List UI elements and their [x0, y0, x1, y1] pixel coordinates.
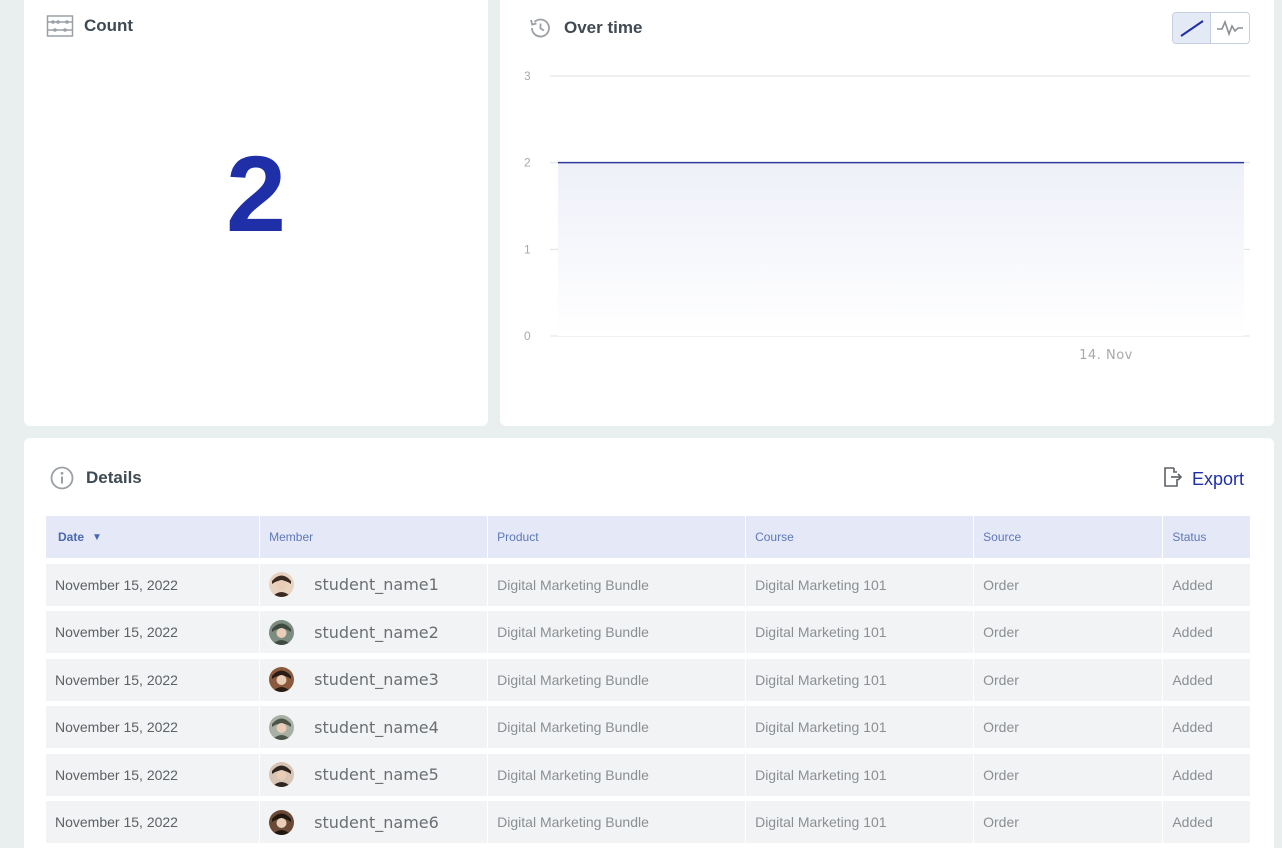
- y-tick-label: 2: [524, 156, 531, 170]
- table-header: Date ▼ Member Product Course Source Stat…: [46, 516, 1250, 558]
- cell-source: Order: [983, 671, 1019, 688]
- info-circle-icon: [48, 464, 76, 492]
- cell-status: Added: [1172, 719, 1213, 735]
- cell-product: Digital Marketing Bundle: [497, 624, 649, 640]
- cell-source: Order: [983, 624, 1019, 640]
- series-area-fill: [558, 162, 1244, 336]
- cell-status: Added: [1172, 814, 1213, 830]
- cell-date: November 15, 2022: [55, 814, 178, 830]
- table-row[interactable]: November 15, 2022 student_name5 Digital Ma…: [46, 753, 1250, 796]
- cell-member[interactable]: student_name2: [260, 611, 487, 653]
- column-header-date-label: Date: [58, 530, 85, 544]
- cell-source: Order: [983, 766, 1019, 783]
- column-header-source[interactable]: Source: [974, 516, 1162, 558]
- cell-date: November 15, 2022: [55, 671, 178, 688]
- count-value: 2: [225, 133, 287, 254]
- table-row[interactable]: November 15, 2022 student_name1 Digital Ma…: [46, 563, 1250, 606]
- table-row[interactable]: November 15, 2022 student_name2 Digital Ma…: [46, 611, 1250, 653]
- column-header-status[interactable]: Status: [1163, 516, 1250, 558]
- details-table: Date ▼ Member Product Course Source Stat…: [46, 516, 1250, 843]
- avatar: [269, 667, 295, 692]
- y-tick-label: 3: [524, 69, 531, 83]
- details-title-label: Details: [86, 468, 142, 487]
- cell-date: November 15, 2022: [55, 766, 178, 783]
- y-tick-label: 1: [524, 242, 531, 256]
- avatar: [269, 809, 295, 835]
- count-card-title: Count: [46, 12, 133, 40]
- cell-date: November 15, 2022: [55, 624, 178, 640]
- cell-source: Order: [983, 719, 1019, 735]
- avatar: [269, 714, 295, 740]
- sort-desc-icon: ▼: [92, 531, 102, 543]
- table-row[interactable]: November 15, 2022 student_name3 Digital Ma…: [46, 658, 1250, 701]
- table-row[interactable]: November 15, 2022 student_name6 Digital Ma…: [46, 801, 1250, 843]
- column-header-product[interactable]: Product: [488, 516, 745, 558]
- details-card: Details Export Date ▼ Member Product Cou…: [24, 438, 1274, 848]
- export-label: Export: [1191, 469, 1244, 489]
- member-name: student_name1: [314, 575, 439, 594]
- cell-status: Added: [1172, 576, 1213, 593]
- table-body: November 15, 2022 student_name1 Digital Ma…: [46, 563, 1250, 843]
- member-name: student_name2: [314, 622, 439, 642]
- column-header-course[interactable]: Course: [746, 516, 973, 558]
- over-time-chart: 0 1 2 3 14. Nov: [524, 69, 1250, 363]
- cell-product: Digital Marketing Bundle: [497, 719, 649, 735]
- cell-status: Added: [1172, 671, 1213, 688]
- column-header-date[interactable]: Date ▼: [46, 516, 259, 558]
- member-name: student_name6: [314, 812, 439, 832]
- avatar: [269, 572, 295, 597]
- count-title-label: Count: [84, 16, 134, 35]
- cell-product: Digital Marketing Bundle: [497, 671, 649, 688]
- table-row[interactable]: November 15, 2022 student_name4 Digital Ma…: [46, 706, 1250, 748]
- column-header-member[interactable]: Member: [260, 516, 487, 558]
- avatar: [269, 762, 295, 787]
- cell-course: Digital Marketing 101: [755, 766, 887, 783]
- cell-member[interactable]: student_name4: [260, 706, 487, 748]
- cell-course: Digital Marketing 101: [755, 576, 887, 593]
- member-name: student_name3: [314, 670, 439, 689]
- cell-source: Order: [983, 576, 1019, 593]
- avatar: [269, 619, 295, 645]
- export-button[interactable]: Export: [1162, 466, 1244, 493]
- count-card: Count 2: [24, 0, 488, 426]
- cell-date: November 15, 2022: [55, 719, 178, 735]
- cell-status: Added: [1172, 624, 1213, 640]
- cell-member[interactable]: student_name3: [260, 659, 487, 701]
- cell-member[interactable]: student_name1: [260, 564, 487, 606]
- x-tick-label: 14. Nov: [1079, 348, 1133, 363]
- cell-course: Digital Marketing 101: [755, 624, 887, 640]
- y-tick-label: 0: [524, 329, 531, 343]
- member-name: student_name4: [314, 717, 439, 737]
- cell-status: Added: [1172, 766, 1213, 783]
- details-card-title: Details: [48, 464, 142, 492]
- cell-course: Digital Marketing 101: [755, 671, 887, 688]
- cell-product: Digital Marketing Bundle: [497, 766, 649, 783]
- cell-product: Digital Marketing Bundle: [497, 814, 649, 830]
- cell-course: Digital Marketing 101: [755, 814, 887, 830]
- cell-date: November 15, 2022: [55, 576, 178, 593]
- cell-member[interactable]: student_name6: [260, 801, 487, 843]
- cell-source: Order: [983, 814, 1019, 830]
- over-time-card: Over time 0 1 2 3 14. Nov: [500, 0, 1274, 426]
- cell-course: Digital Marketing 101: [755, 719, 887, 735]
- member-name: student_name5: [314, 765, 439, 784]
- cell-product: Digital Marketing Bundle: [497, 576, 649, 593]
- abacus-icon: [46, 12, 74, 40]
- export-icon: [1162, 466, 1183, 493]
- cell-member[interactable]: student_name5: [260, 754, 487, 796]
